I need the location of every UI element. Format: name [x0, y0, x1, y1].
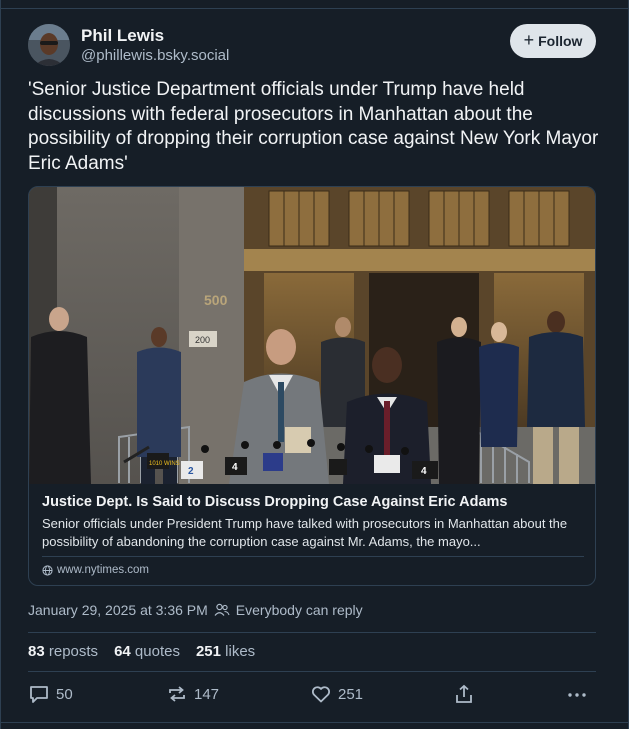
follow-button[interactable]: + Follow — [510, 24, 596, 58]
follow-label: Follow — [538, 33, 583, 49]
author-handle[interactable]: @phillewis.bsky.social — [81, 47, 229, 64]
likes-label: likes — [225, 643, 256, 660]
share-icon — [456, 684, 472, 703]
mic-flag-3-text: 4 — [232, 462, 238, 473]
reply-button[interactable]: 50 — [28, 684, 73, 704]
door-number-text: 200 — [195, 335, 210, 345]
quotes-stat[interactable]: 64 quotes — [114, 643, 180, 660]
quotes-count: 64 — [114, 643, 131, 660]
author-name[interactable]: Phil Lewis — [81, 26, 164, 46]
card-title[interactable]: Justice Dept. Is Said to Discuss Droppin… — [42, 494, 587, 510]
building-number-text: 500 — [204, 292, 228, 308]
link-card[interactable]: 500 200 1010 WINS 2 4 4 Justice Dept. Is… — [28, 186, 596, 586]
reply-count: 50 — [56, 685, 73, 703]
reposts-label: reposts — [48, 643, 99, 660]
reply-setting[interactable]: Everybody can reply — [236, 602, 363, 618]
heart-icon — [311, 686, 331, 703]
repost-count: 147 — [194, 685, 220, 703]
more-icon — [568, 693, 586, 697]
stats-divider — [28, 671, 596, 672]
avatar-photo-icon — [28, 24, 70, 66]
likes-count: 251 — [195, 643, 221, 660]
likes-stat[interactable]: 251 likes — [196, 643, 255, 660]
quotes-label: quotes — [134, 643, 180, 660]
mic-flag-2-text: 2 — [188, 466, 194, 477]
card-divider — [42, 556, 584, 557]
people-icon — [214, 603, 230, 616]
card-domain-text: www.nytimes.com — [57, 564, 150, 576]
plus-icon: + — [523, 30, 535, 50]
mic-flag-4-text: 4 — [421, 466, 427, 477]
globe-icon — [42, 564, 53, 576]
top-divider — [0, 8, 629, 9]
repost-button[interactable]: 147 — [166, 684, 219, 704]
meta-divider — [28, 632, 596, 633]
like-count: 251 — [338, 685, 364, 703]
more-options-button[interactable] — [566, 684, 588, 704]
reposts-stat[interactable]: 83 reposts — [28, 643, 98, 660]
post-actions: 50 147 251 — [28, 684, 596, 710]
post-timestamp: January 29, 2025 at 3:36 PM — [28, 602, 208, 618]
post-header: Phil Lewis @phillewis.bsky.social + Foll… — [28, 22, 600, 68]
reposts-count: 83 — [28, 643, 45, 660]
card-description: Senior officials under President Trump h… — [42, 516, 568, 549]
like-button[interactable]: 251 — [310, 684, 363, 704]
bottom-divider — [0, 722, 629, 723]
repost-icon — [169, 686, 185, 702]
post-text: 'Senior Justice Department officials und… — [28, 79, 599, 174]
post-meta: January 29, 2025 at 3:36 PM Everybody ca… — [28, 602, 363, 618]
news-photo-image[interactable]: 500 200 1010 WINS 2 4 4 — [29, 187, 595, 484]
share-button[interactable] — [453, 684, 475, 704]
avatar[interactable] — [28, 24, 70, 66]
card-domain: www.nytimes.com — [42, 564, 149, 576]
mic-flag-1-text: 1010 WINS — [149, 461, 180, 467]
reply-icon — [30, 686, 48, 703]
post-stats: 83 reposts 64 quotes 251 likes — [28, 643, 255, 660]
